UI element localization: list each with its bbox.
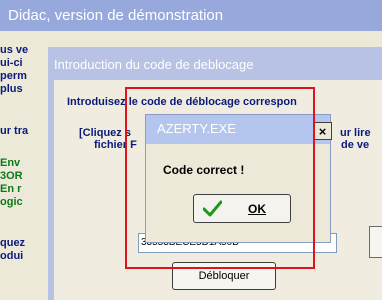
background-text: plus [0, 83, 23, 95]
background-text: ur tra [0, 125, 29, 137]
background-text: quez [0, 237, 26, 249]
background-text: odui [0, 250, 24, 262]
side-button[interactable] [369, 226, 382, 258]
background-text: Env [0, 157, 21, 169]
background-text: ui-ci [0, 57, 23, 69]
unlock-dialog-title: Introduction du code de deblocage [54, 57, 254, 72]
background-text: us ve [0, 44, 29, 56]
background-text: perm [0, 70, 27, 82]
note-text: ur lire [340, 127, 371, 139]
background-text: 3OR [0, 170, 23, 182]
background-text: ogic [0, 196, 23, 208]
close-icon: × [318, 124, 327, 139]
main-window-title: Didac, version de démonstration [8, 7, 224, 24]
unlock-button-label: Débloquer [198, 270, 250, 282]
close-button[interactable]: × [313, 122, 332, 140]
red-highlight-box [125, 87, 315, 269]
unlock-dialog-titlebar: Introduction du code de deblocage [48, 52, 382, 78]
note-text: de ve [341, 139, 370, 151]
background-text: En r [0, 183, 22, 195]
note-text: [Cliquez s [79, 127, 131, 139]
main-window-titlebar: Didac, version de démonstration [0, 0, 382, 31]
